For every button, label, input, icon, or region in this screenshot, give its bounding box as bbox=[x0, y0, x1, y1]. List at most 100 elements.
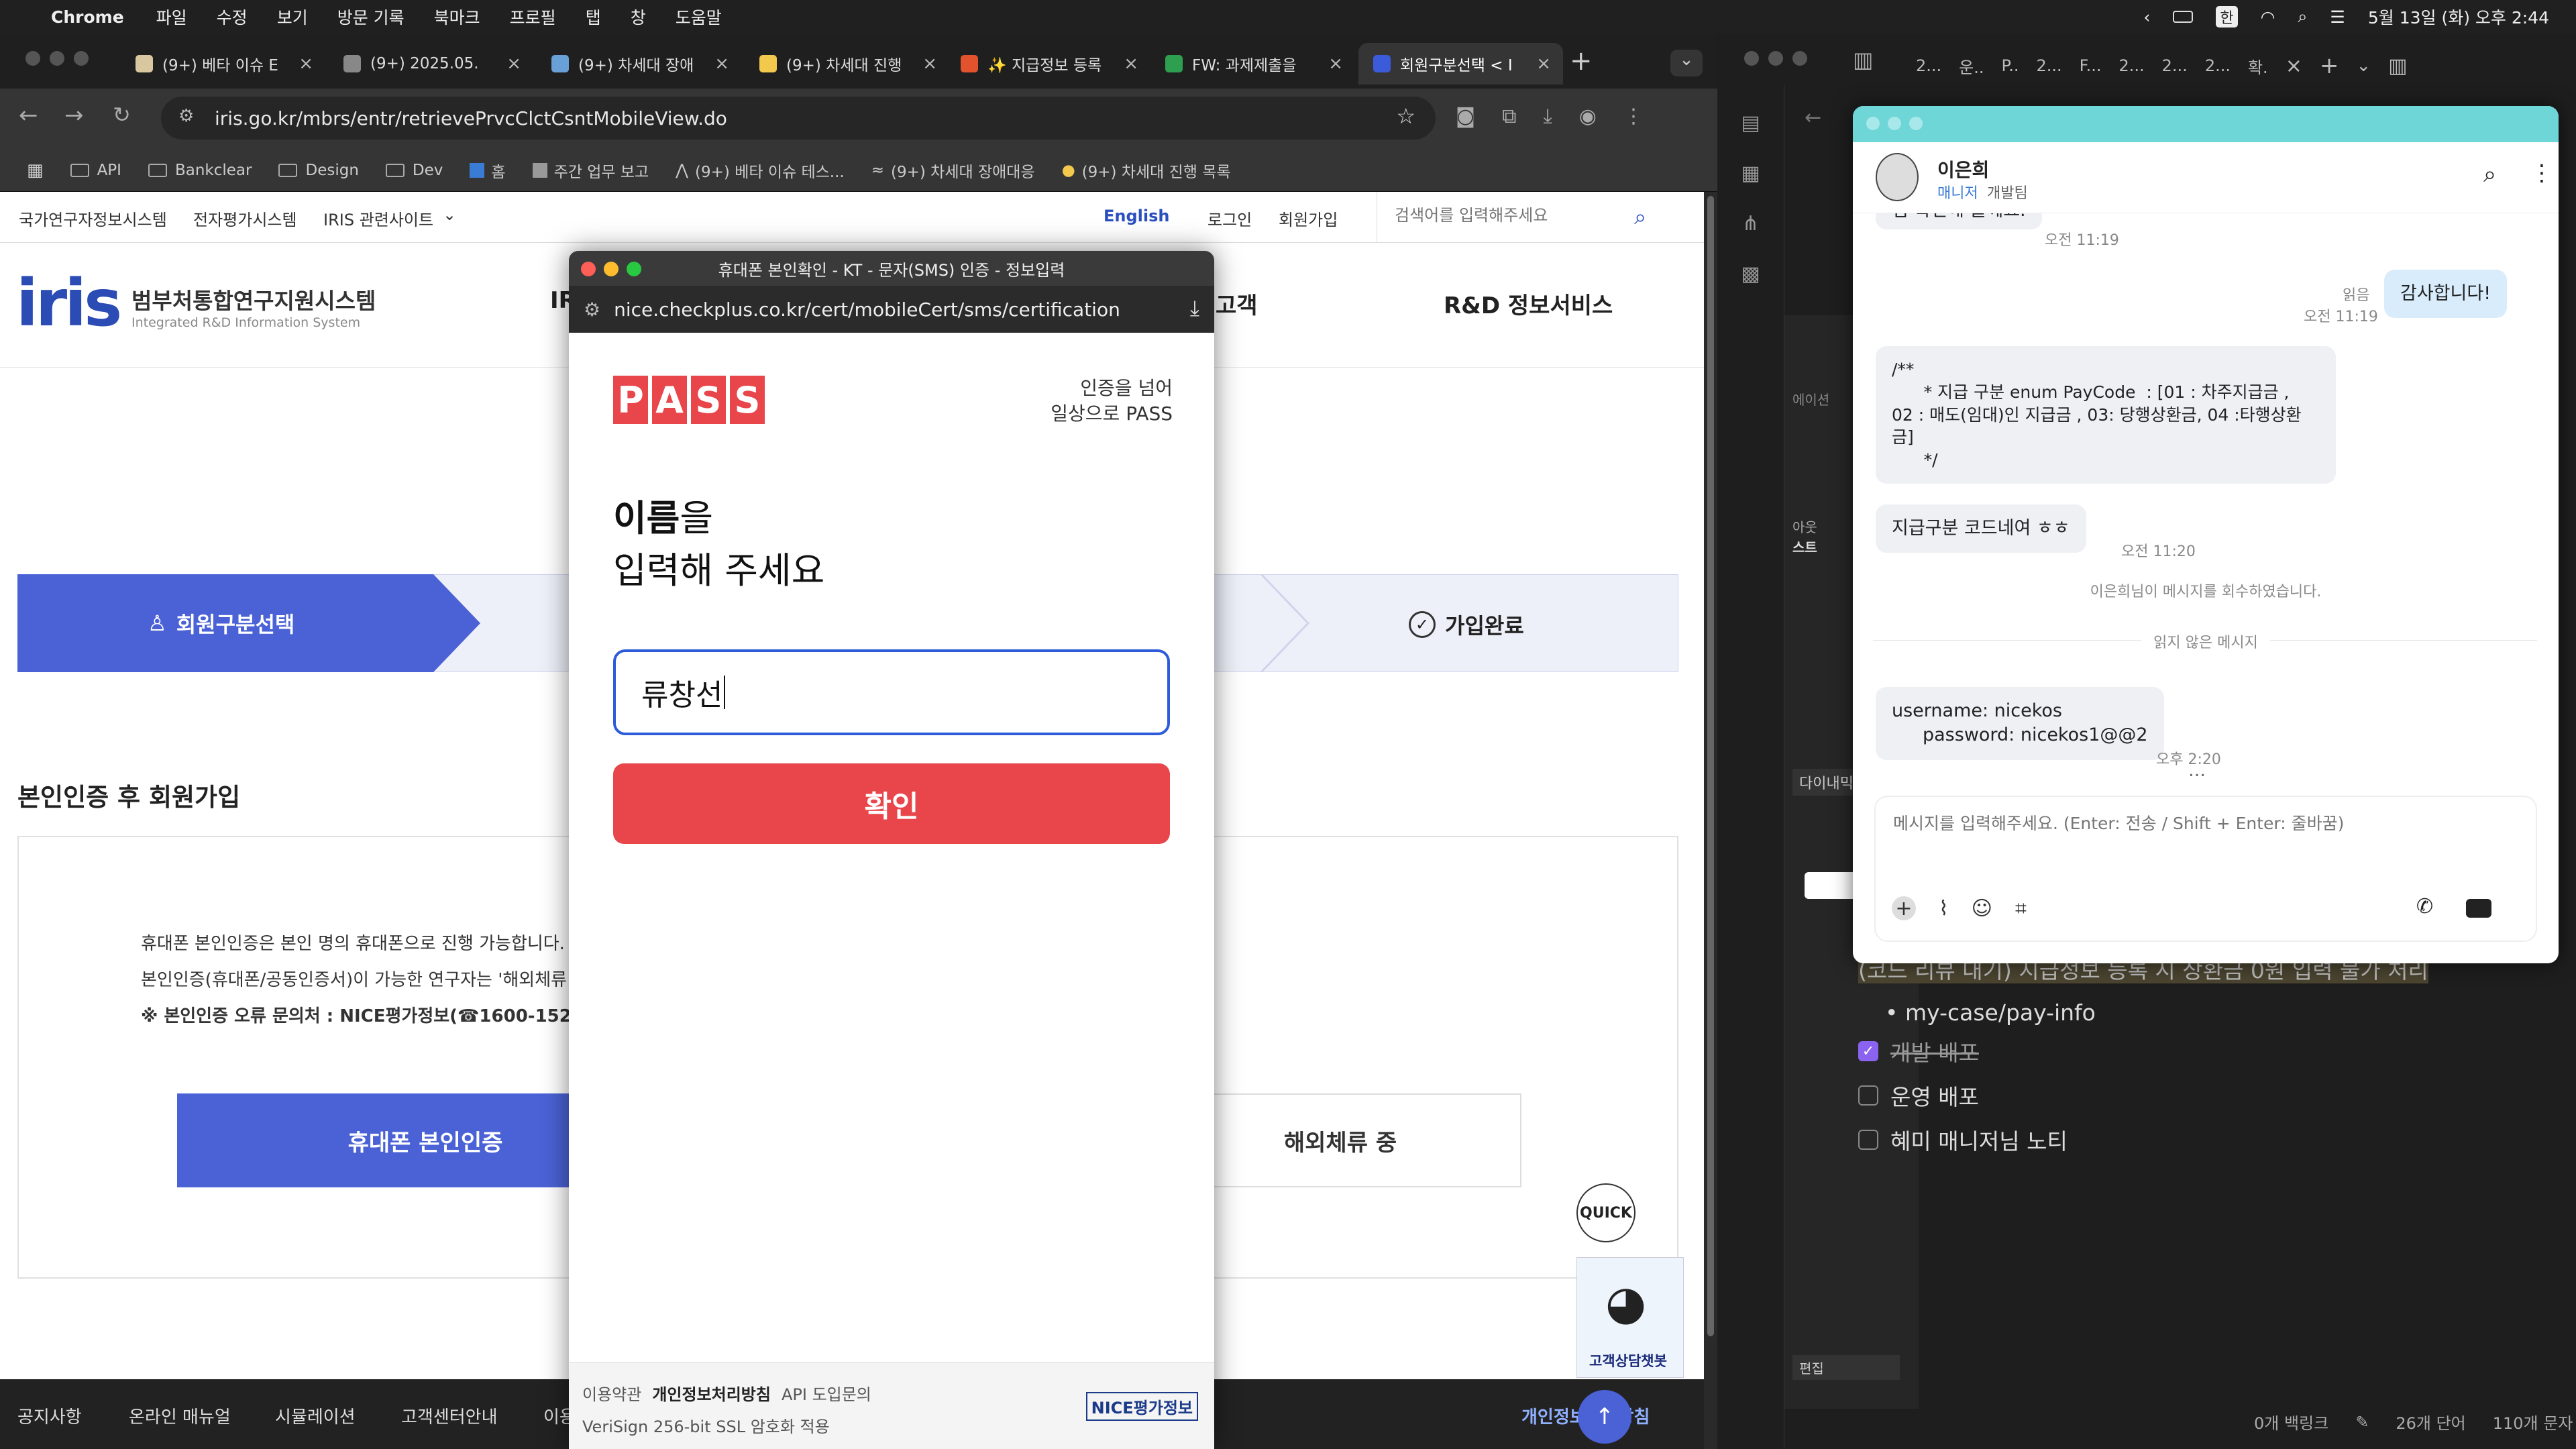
note-tab[interactable]: 2... bbox=[1916, 56, 1941, 75]
avatar[interactable] bbox=[1876, 153, 1919, 201]
chevron-down-icon[interactable]: ⌄ bbox=[2356, 56, 2371, 76]
menu-help[interactable]: 도움말 bbox=[676, 5, 722, 29]
footer-link-notice[interactable]: 공지사항 bbox=[17, 1403, 82, 1428]
backlink-count[interactable]: 0개 백링크 bbox=[2254, 1410, 2328, 1434]
note-tab[interactable]: F... bbox=[2080, 56, 2102, 75]
note-tab[interactable]: 2... bbox=[2205, 56, 2231, 75]
close-tab-icon[interactable]: × bbox=[922, 54, 937, 74]
todo-item-notify[interactable]: 혜미 매니저님 노티 bbox=[1858, 1124, 2569, 1156]
menu-history[interactable]: 방문 기록 bbox=[337, 5, 405, 29]
forward-button[interactable]: → bbox=[64, 102, 84, 129]
note-tab[interactable]: 2... bbox=[2119, 56, 2145, 75]
tab-search-button[interactable]: ⌄ bbox=[1670, 50, 1703, 76]
bookmark-folder-bankclear[interactable]: Bankclear bbox=[148, 162, 252, 179]
tab-1[interactable]: (9+) 2025.05. × bbox=[329, 43, 533, 85]
confirm-button[interactable]: 확인 bbox=[613, 763, 1170, 844]
wifi-icon[interactable]: ◠ bbox=[2261, 7, 2275, 27]
zoom-window-button[interactable] bbox=[74, 51, 89, 66]
login-link[interactable]: 로그인 bbox=[1208, 207, 1252, 230]
iris-logo[interactable]: iris bbox=[16, 266, 122, 341]
minimize-window-button[interactable] bbox=[50, 51, 64, 66]
search-icon[interactable]: ⌕ bbox=[1634, 204, 1646, 230]
right-sidebar-toggle-icon[interactable]: ▥ bbox=[2388, 54, 2407, 78]
bookmark-beta-issue[interactable]: ⋀ (9+) 베타 이슈 테스... bbox=[676, 159, 845, 182]
util-link-evaluation[interactable]: 전자평가시스템 bbox=[193, 207, 297, 230]
close-tab-icon[interactable]: × bbox=[1536, 54, 1551, 74]
battery-icon[interactable] bbox=[2173, 11, 2194, 23]
checkbox-checked-icon[interactable]: ✓ bbox=[1858, 1041, 1878, 1061]
tab-0[interactable]: (9+) 베타 이슈 E × bbox=[121, 43, 325, 85]
phone-icon[interactable]: ✆ bbox=[2416, 895, 2433, 918]
footer-link-simulation[interactable]: 시뮬레이션 bbox=[275, 1403, 356, 1428]
menubar-clock[interactable]: 5월 13일 (화) 오후 2:44 bbox=[2368, 5, 2549, 29]
checkbox-icon[interactable] bbox=[1858, 1085, 1878, 1106]
tab-5[interactable]: FW: 과제제출을 × bbox=[1150, 43, 1355, 85]
more-menu-icon[interactable]: ⋮ bbox=[1623, 105, 1644, 128]
download-icon[interactable]: ⤓ bbox=[1190, 295, 1199, 321]
camera-icon[interactable]: ◙ bbox=[1456, 105, 1475, 128]
name-input[interactable]: 류창선 bbox=[613, 649, 1170, 735]
more-dots-icon[interactable]: … bbox=[2188, 761, 2206, 781]
footer-terms-link[interactable]: 이용약관 bbox=[582, 1381, 641, 1405]
bookmark-folder-api[interactable]: API bbox=[70, 162, 121, 179]
note-tab[interactable]: 2... bbox=[2162, 56, 2188, 75]
note-tab[interactable]: 운.. bbox=[1959, 54, 1984, 78]
bookmark-star-icon[interactable]: ☆ bbox=[1396, 103, 1415, 129]
bookmark-progress[interactable]: ● (9+) 차세대 진행 목록 bbox=[1062, 159, 1231, 182]
message-input[interactable] bbox=[1892, 813, 2509, 834]
crop-icon[interactable]: ⌗ bbox=[2015, 897, 2027, 920]
chevron-left-icon[interactable]: ‹ bbox=[2143, 7, 2150, 27]
more-menu-icon[interactable]: ⋮ bbox=[2530, 160, 2553, 186]
bookmark-folder-dev[interactable]: Dev bbox=[385, 162, 443, 179]
panel-tab[interactable]: 에이션 bbox=[1792, 389, 1829, 409]
download-icon[interactable]: ⤓ bbox=[1544, 105, 1552, 128]
scrollbar-thumb[interactable] bbox=[1707, 196, 1714, 1336]
minimize-window-button[interactable] bbox=[1888, 117, 1901, 130]
reload-button[interactable]: ↻ bbox=[113, 102, 131, 127]
zoom-window-button[interactable] bbox=[1792, 51, 1807, 66]
nav-item-rnd-info[interactable]: R&D 정보서비스 bbox=[1444, 287, 1613, 320]
attach-icon[interactable]: ⌇ bbox=[1939, 897, 1949, 920]
edit-button[interactable]: 편집 bbox=[1792, 1355, 1900, 1380]
footer-api-link[interactable]: API 도입문의 bbox=[782, 1381, 871, 1405]
close-window-button[interactable] bbox=[25, 51, 40, 66]
note-tab[interactable]: P.. bbox=[2002, 56, 2019, 75]
sidebar-toggle-icon[interactable]: ▥ bbox=[1853, 47, 1873, 72]
files-icon[interactable]: ▤ bbox=[1741, 111, 1760, 135]
popup-address-bar[interactable]: ⚙ nice.checkplus.co.kr/cert/mobileCert/s… bbox=[569, 286, 1214, 333]
grid-icon[interactable]: ▩ bbox=[1741, 262, 1760, 286]
util-link-researcher[interactable]: 국가연구자정보시스템 bbox=[19, 207, 167, 230]
checkbox-icon[interactable] bbox=[1858, 1130, 1878, 1150]
footer-privacy-link[interactable]: 개인정보처리방침 bbox=[652, 1381, 771, 1405]
message-composer[interactable]: + ⌇ ☺ ⌗ ✆ bbox=[1874, 796, 2537, 942]
close-icon[interactable]: × bbox=[2286, 54, 2302, 78]
tab-4[interactable]: ✨ 지급정보 등록 × bbox=[946, 43, 1150, 85]
zoom-window-button[interactable] bbox=[1909, 117, 1923, 130]
calendar-icon[interactable]: ▦ bbox=[1741, 162, 1760, 185]
signup-link[interactable]: 회원가입 bbox=[1279, 207, 1338, 230]
scroll-top-icon[interactable]: ↑ bbox=[1578, 1390, 1631, 1444]
close-window-button[interactable] bbox=[1744, 51, 1759, 66]
chatbot-button[interactable]: ◕ 고객상담챗봇 bbox=[1576, 1257, 1684, 1378]
minimize-window-button[interactable] bbox=[1768, 51, 1783, 66]
tab-2[interactable]: (9+) 차세대 장애 × bbox=[537, 43, 741, 85]
menu-edit[interactable]: 수정 bbox=[217, 5, 248, 29]
note-tab[interactable]: 2... bbox=[2037, 56, 2062, 75]
profile-icon[interactable]: ◉ bbox=[1579, 105, 1597, 128]
note-tab[interactable]: 확. bbox=[2248, 54, 2268, 78]
tab-6-active[interactable]: 회원구분선택 < I × bbox=[1358, 43, 1563, 85]
video-call-icon[interactable] bbox=[2466, 899, 2491, 918]
bookmark-folder-design[interactable]: Design bbox=[278, 162, 359, 179]
english-link[interactable]: English bbox=[1104, 207, 1169, 225]
address-bar[interactable]: ⚙ iris.go.kr/mbrs/entr/retrievePrvcClctC… bbox=[161, 97, 1436, 140]
tab-3[interactable]: (9+) 차세대 진행 × bbox=[745, 43, 949, 85]
close-tab-icon[interactable]: × bbox=[299, 54, 313, 74]
todo-item-deploy-prod[interactable]: 운영 배포 bbox=[1858, 1079, 2569, 1112]
search-icon[interactable]: ⌕ bbox=[2483, 161, 2496, 188]
close-tab-icon[interactable]: × bbox=[1328, 54, 1343, 74]
menu-file[interactable]: 파일 bbox=[156, 5, 187, 29]
bookmark-weekly-report[interactable]: 주간 업무 보고 bbox=[532, 159, 649, 182]
menu-tab[interactable]: 탭 bbox=[586, 5, 601, 29]
menu-profile[interactable]: 프로필 bbox=[510, 5, 556, 29]
control-center-icon[interactable]: ☰ bbox=[2330, 7, 2345, 27]
